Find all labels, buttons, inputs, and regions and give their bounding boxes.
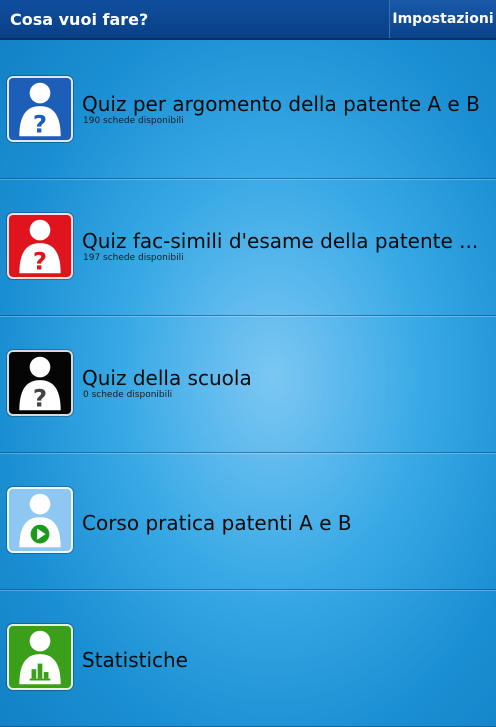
menu-item-quiz-argomento[interactable]: ? Quiz per argomento della patente A e B… — [0, 42, 496, 179]
menu-item-subtitle: 0 schede disponibili — [83, 390, 173, 400]
menu-item-quiz-scuola[interactable]: ? Quiz della scuola 0 schede disponibili — [0, 316, 496, 453]
settings-button[interactable]: Impostazioni — [389, 0, 496, 38]
menu-item-label: Statistiche — [82, 648, 188, 672]
user-question-icon: ? — [7, 350, 73, 416]
svg-text:?: ? — [33, 383, 47, 412]
menu-item-label: Quiz della scuola — [82, 366, 252, 390]
user-question-icon: ? — [7, 213, 73, 279]
menu-item-quiz-facsimili[interactable]: ? Quiz fac-simili d'esame della patente … — [0, 179, 496, 316]
menu-item-statistiche[interactable]: Statistiche — [0, 590, 496, 727]
user-chart-icon — [7, 624, 73, 690]
menu-list: ? Quiz per argomento della patente A e B… — [0, 42, 496, 727]
menu-item-subtitle: 197 schede disponibili — [83, 253, 184, 263]
top-bar: Cosa vuoi fare? Impostazioni — [0, 0, 496, 40]
menu-item-label: Quiz per argomento della patente A e B — [82, 92, 480, 116]
svg-text:?: ? — [33, 109, 47, 138]
menu-item-corso-pratica[interactable]: Corso pratica patenti A e B — [0, 453, 496, 590]
user-question-icon: ? — [7, 76, 73, 142]
user-play-icon — [7, 487, 73, 553]
svg-text:?: ? — [33, 246, 47, 275]
menu-item-label: Quiz fac-simili d'esame della patente ..… — [82, 229, 479, 253]
page-title: Cosa vuoi fare? — [10, 9, 149, 29]
menu-item-subtitle: 190 schede disponibili — [83, 116, 184, 126]
menu-item-label: Corso pratica patenti A e B — [82, 511, 352, 535]
